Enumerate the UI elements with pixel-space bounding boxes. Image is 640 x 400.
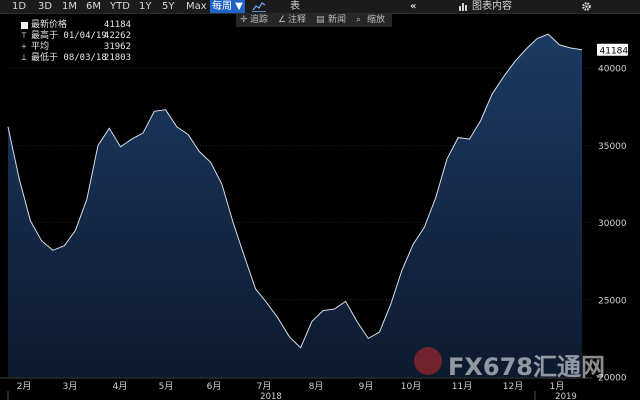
annotate-button[interactable]: 注释 — [288, 14, 306, 27]
year-label: 2019 — [555, 392, 577, 400]
x-tick-label: 3月 — [63, 381, 78, 392]
crosshair-icon[interactable]: ✛ — [240, 14, 248, 27]
period-1y-button[interactable]: 1Y — [137, 0, 153, 13]
x-tick-label: 5月 — [159, 381, 174, 392]
legend-panel: 最新价格 41184 ⊤ 最高于 01/04/19 42262 + 平均 319… — [9, 18, 133, 66]
legend-latest-value: 41184 — [103, 20, 131, 30]
gear-icon[interactable] — [581, 1, 593, 12]
track-button[interactable]: 追踪 — [250, 14, 268, 27]
zoom-icon[interactable]: ⌕ — [356, 14, 361, 27]
legend-low: ⊥ 最低于 08/03/18 21803 — [9, 53, 133, 65]
news-icon[interactable]: ▤ — [316, 14, 325, 27]
period-ytd-button[interactable]: YTD — [108, 0, 132, 13]
x-tick-label: 9月 — [359, 381, 374, 392]
x-tick-label: 10月 — [401, 381, 421, 392]
period-max-button[interactable]: Max — [184, 0, 209, 13]
legend-latest-label: 最新价格 — [31, 20, 68, 30]
period-6m-button[interactable]: 6M — [84, 0, 103, 13]
x-tick-label: 8月 — [309, 381, 324, 392]
legend-high-value: 42262 — [103, 31, 131, 41]
x-tick-label: 2月 — [17, 381, 32, 392]
period-1d-button[interactable]: 1D — [10, 0, 28, 13]
collapse-icon[interactable]: « — [408, 0, 418, 13]
y-tick-label: 35000 — [598, 142, 627, 152]
line-chart-icon[interactable] — [252, 1, 268, 12]
y-tick-label: 25000 — [598, 296, 627, 306]
x-tick-label: 11月 — [452, 381, 472, 392]
legend-low-value: 21803 — [103, 53, 131, 63]
legend-avg-value: 31962 — [103, 42, 131, 52]
x-tick-label: 6月 — [207, 381, 222, 392]
frequency-select[interactable]: 每周 ▼ — [210, 0, 245, 13]
chart-content-button[interactable]: 图表内容 — [470, 0, 514, 13]
last-value-label: 41184 — [600, 46, 629, 56]
zoom-button[interactable]: 缩放 — [367, 14, 385, 27]
period-5y-button[interactable]: 5Y — [160, 0, 176, 13]
low-marker-icon: ⊥ — [21, 53, 27, 63]
legend-avg-label: 平均 — [31, 42, 50, 52]
legend-low-label: 最低于 08/03/18 — [31, 53, 107, 63]
x-tick-label: 1月 — [550, 381, 565, 392]
x-tick-label: 7月 — [257, 381, 272, 392]
legend-square-icon — [21, 22, 28, 29]
year-label: 2018 — [260, 392, 282, 400]
annotate-icon[interactable]: ∠ — [278, 14, 286, 27]
legend-high-label: 最高于 01/04/19 — [31, 31, 107, 41]
watermark: FX678汇通网 — [414, 345, 626, 381]
chart-content-icon[interactable] — [458, 1, 468, 12]
watermark-text: FX678汇通网 — [448, 353, 605, 381]
y-tick-label: 40000 — [598, 65, 627, 75]
period-3d-button[interactable]: 3D — [36, 0, 54, 13]
area-fill — [8, 34, 582, 377]
y-tick-label: 30000 — [598, 219, 627, 229]
chart-subtoolbar: ✛ 追踪 ∠ 注释 ▤ 新闻 ⌕ 缩放 — [236, 14, 392, 27]
news-button[interactable]: 新闻 — [328, 14, 346, 27]
x-tick-label: 12月 — [503, 381, 523, 392]
toolbar: 1D 3D 1M 6M YTD 1Y 5Y Max 每周 ▼ 表 « 图表内容 — [0, 0, 640, 14]
avg-marker-icon: + — [21, 42, 27, 52]
x-tick-label: 4月 — [113, 381, 128, 392]
table-button[interactable]: 表 — [288, 0, 302, 13]
high-marker-icon: ⊤ — [21, 31, 27, 41]
watermark-logo-icon — [414, 347, 442, 375]
period-1m-button[interactable]: 1M — [60, 0, 79, 13]
